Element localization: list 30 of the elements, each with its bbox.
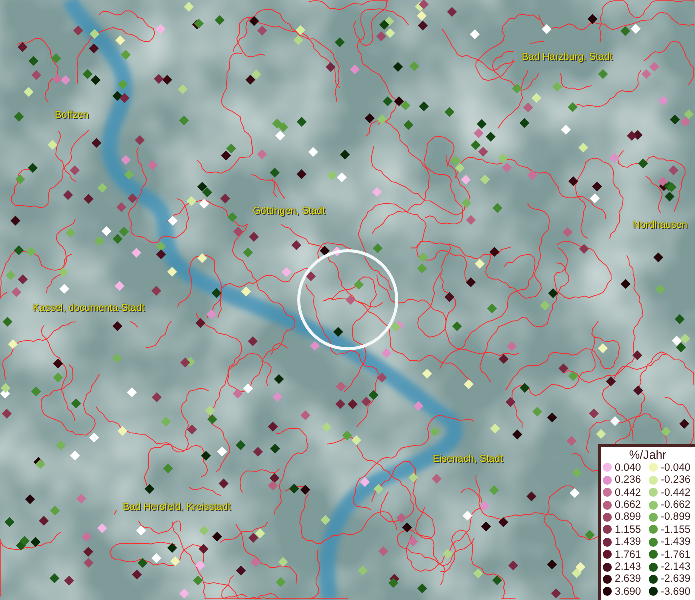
legend-title: %/Jahr bbox=[628, 448, 668, 462]
place-label: Eisenach, Stadt bbox=[433, 454, 504, 466]
legend-label: 0.236 bbox=[615, 474, 642, 486]
place-label: Bad Harzburg, Stadt bbox=[522, 52, 613, 64]
legend-label: -0.040 bbox=[661, 462, 691, 474]
legend-label: -3.690 bbox=[661, 586, 691, 598]
place-label: Boffzen bbox=[55, 110, 89, 122]
legend-label: -1.155 bbox=[661, 524, 691, 536]
legend-label: 0.040 bbox=[615, 462, 642, 474]
legend-label: -0.236 bbox=[661, 474, 691, 486]
legend-label: 1.761 bbox=[615, 548, 642, 561]
legend-label: -1.439 bbox=[661, 536, 691, 548]
legend-label: -0.442 bbox=[661, 486, 691, 499]
place-label: Kassel, documenta-Stadt bbox=[33, 303, 145, 315]
legend-label: 1.439 bbox=[615, 536, 642, 548]
legend-label: 1.155 bbox=[615, 524, 642, 536]
legend-label: 2.143 bbox=[615, 561, 642, 574]
legend-label: -0.662 bbox=[661, 499, 691, 512]
place-label: Göttingen, Stadt bbox=[253, 206, 326, 218]
legend-label: 0.442 bbox=[615, 486, 642, 499]
place-label: Bad Hersfeld, Kreisstadt bbox=[123, 502, 231, 514]
legend-label: -2.143 bbox=[661, 561, 691, 574]
legend-label: -1.761 bbox=[661, 548, 691, 561]
legend-label: -0.899 bbox=[661, 511, 691, 524]
legend-label: 3.690 bbox=[615, 586, 642, 598]
legend-label: 0.662 bbox=[615, 499, 642, 512]
legend-label: -2.639 bbox=[661, 573, 691, 586]
place-label: Nordhausen bbox=[633, 220, 688, 232]
legend-label: 2.639 bbox=[615, 573, 642, 586]
legend-label: 0.899 bbox=[615, 511, 642, 524]
